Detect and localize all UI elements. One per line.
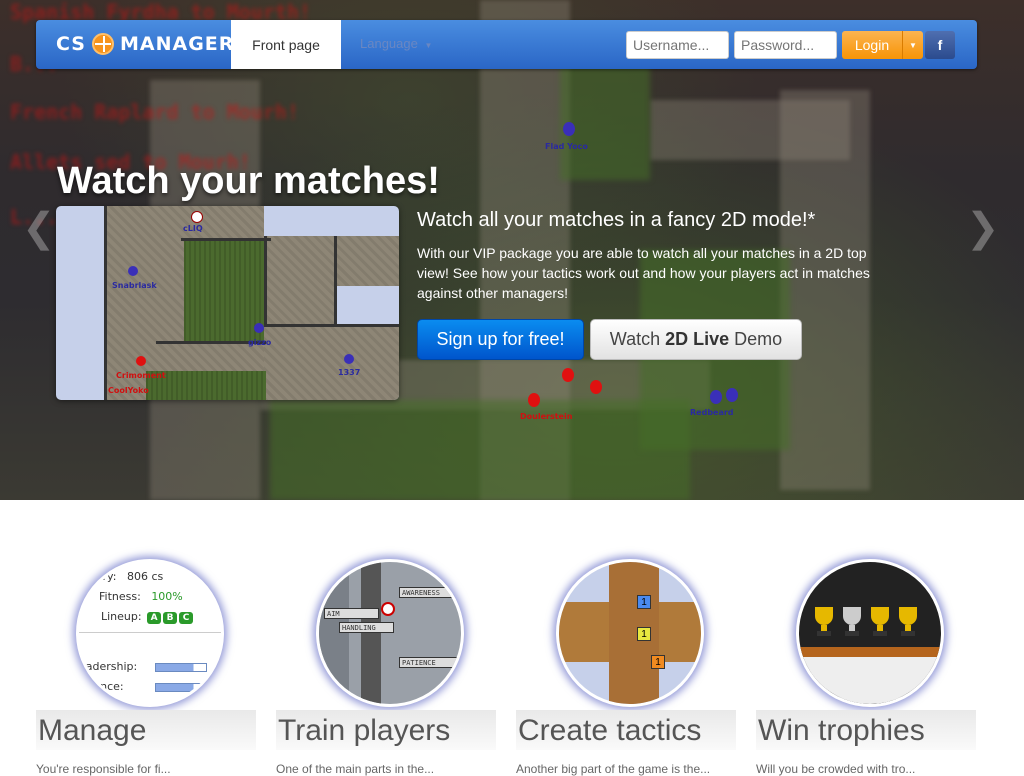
feature-title: Win trophies	[758, 714, 925, 747]
demo-suffix: Demo	[734, 329, 783, 349]
hero-carousel: Spanish Fyrdha to Mourth! B... French Ra…	[0, 0, 1024, 500]
watch-demo-button[interactable]: Watch 2D Live Demo	[590, 319, 802, 360]
trophies-screenshot	[796, 559, 944, 707]
manage-screenshot: Salary: 806 cs Fitness: 100% Lineup: ABC…	[76, 559, 224, 707]
leadership-label: eadership:	[79, 660, 138, 673]
feature-train: AWARENESS AIM HANDLING PATIENCE Train pl…	[276, 556, 498, 776]
player-name: Flad Yoco	[545, 142, 588, 151]
feature-trophies: Win trophies Will you be crowded with tr…	[756, 556, 978, 776]
login-button[interactable]: Login	[842, 31, 902, 59]
player-name: gizzo	[248, 338, 272, 347]
trophy-icon	[815, 607, 833, 637]
player-marker	[726, 388, 738, 402]
brand-left: CS	[56, 33, 86, 55]
hero-subtitle: Watch all your matches in a fancy 2D mod…	[417, 209, 816, 231]
hero-title: Watch your matches!	[57, 160, 440, 202]
skill-bar: AIM	[324, 608, 379, 619]
player-marker	[710, 390, 722, 404]
carousel-prev-icon[interactable]: ❮	[22, 205, 56, 251]
fitness-label: Fitness:	[99, 590, 141, 603]
feature-tactics: 1 1 1 Create tactics Another big part of…	[516, 556, 738, 776]
demo-prefix: Watch	[609, 329, 661, 349]
player-name: Crimoment	[116, 371, 166, 380]
target-icon	[381, 602, 395, 616]
player-name: Snabrlask	[112, 281, 157, 290]
lineup-badge: C	[179, 612, 194, 624]
login-caret-icon[interactable]: ▼	[902, 31, 923, 59]
language-dropdown[interactable]: Language ▼	[360, 36, 432, 51]
skill-bar: AWARENESS	[399, 587, 461, 598]
match-preview-image: cLIQ Snabrlask gizzo 1337 Crimoment Cool…	[56, 206, 399, 400]
caret-down-icon: ▼	[424, 41, 433, 50]
tactics-screenshot: 1 1 1	[556, 559, 704, 707]
trophy-icon	[899, 607, 917, 637]
feature-title: Train players	[278, 714, 451, 747]
player-name: Redbeard	[690, 408, 734, 417]
feature-title: Manage	[38, 714, 147, 747]
player-name: cLIQ	[183, 224, 203, 233]
tactic-marker: 1	[637, 595, 651, 609]
signup-button[interactable]: Sign up for free!	[417, 319, 584, 360]
experience-bar	[155, 683, 207, 692]
crosshair-icon	[91, 33, 114, 55]
feature-manage: Salary: 806 cs Fitness: 100% Lineup: ABC…	[36, 556, 258, 776]
top-navbar: CS MANAGER Front page Language ▼ Login ▼…	[36, 20, 977, 69]
brand-logo[interactable]: CS MANAGER	[56, 33, 234, 55]
salary-value: 806 cs	[126, 570, 164, 583]
player-marker	[562, 368, 574, 382]
train-screenshot: AWARENESS AIM HANDLING PATIENCE	[316, 559, 464, 707]
nav-front-page[interactable]: Front page	[231, 20, 341, 69]
feature-title: Create tactics	[518, 714, 702, 747]
background-killfeed: French Raplard to Mourh!	[10, 100, 299, 124]
username-input[interactable]	[626, 31, 729, 59]
language-label: Language	[360, 36, 418, 51]
feature-description: You're responsible for fi...	[36, 762, 171, 776]
hero-description: With our VIP package you are able to wat…	[417, 245, 870, 301]
tactic-marker: 1	[651, 655, 665, 669]
skill-bar: HANDLING	[339, 622, 394, 633]
feature-description: Will you be crowded with tro...	[756, 762, 916, 776]
demo-bold: 2D Live	[665, 329, 730, 349]
facebook-login-button[interactable]: f	[925, 31, 955, 59]
player-name: CoolYoko	[108, 386, 149, 395]
lineup-badge: B	[163, 612, 178, 624]
trophy-icon	[871, 607, 889, 637]
fitness-value: 100%	[151, 590, 183, 603]
experience-label: erience:	[79, 680, 124, 693]
leadership-bar	[155, 663, 207, 672]
carousel-next-icon[interactable]: ❯	[966, 205, 1000, 251]
skill-bar: PATIENCE	[399, 657, 461, 668]
lineup-badge: A	[147, 612, 162, 624]
lineup-label: Lineup:	[101, 610, 142, 623]
tactic-marker: 1	[637, 627, 651, 641]
brand-right: MANAGER	[119, 33, 235, 55]
feature-description: One of the main parts in the...	[276, 762, 435, 776]
salary-label: Salary:	[79, 570, 117, 583]
player-marker	[563, 122, 575, 136]
feature-description: Another big part of the game is the...	[516, 762, 711, 776]
trophy-icon	[843, 607, 861, 637]
password-input[interactable]	[734, 31, 837, 59]
player-marker	[590, 380, 602, 394]
player-name: Doulerstein	[520, 412, 573, 421]
player-marker	[528, 393, 540, 407]
player-name: 1337	[338, 368, 361, 377]
